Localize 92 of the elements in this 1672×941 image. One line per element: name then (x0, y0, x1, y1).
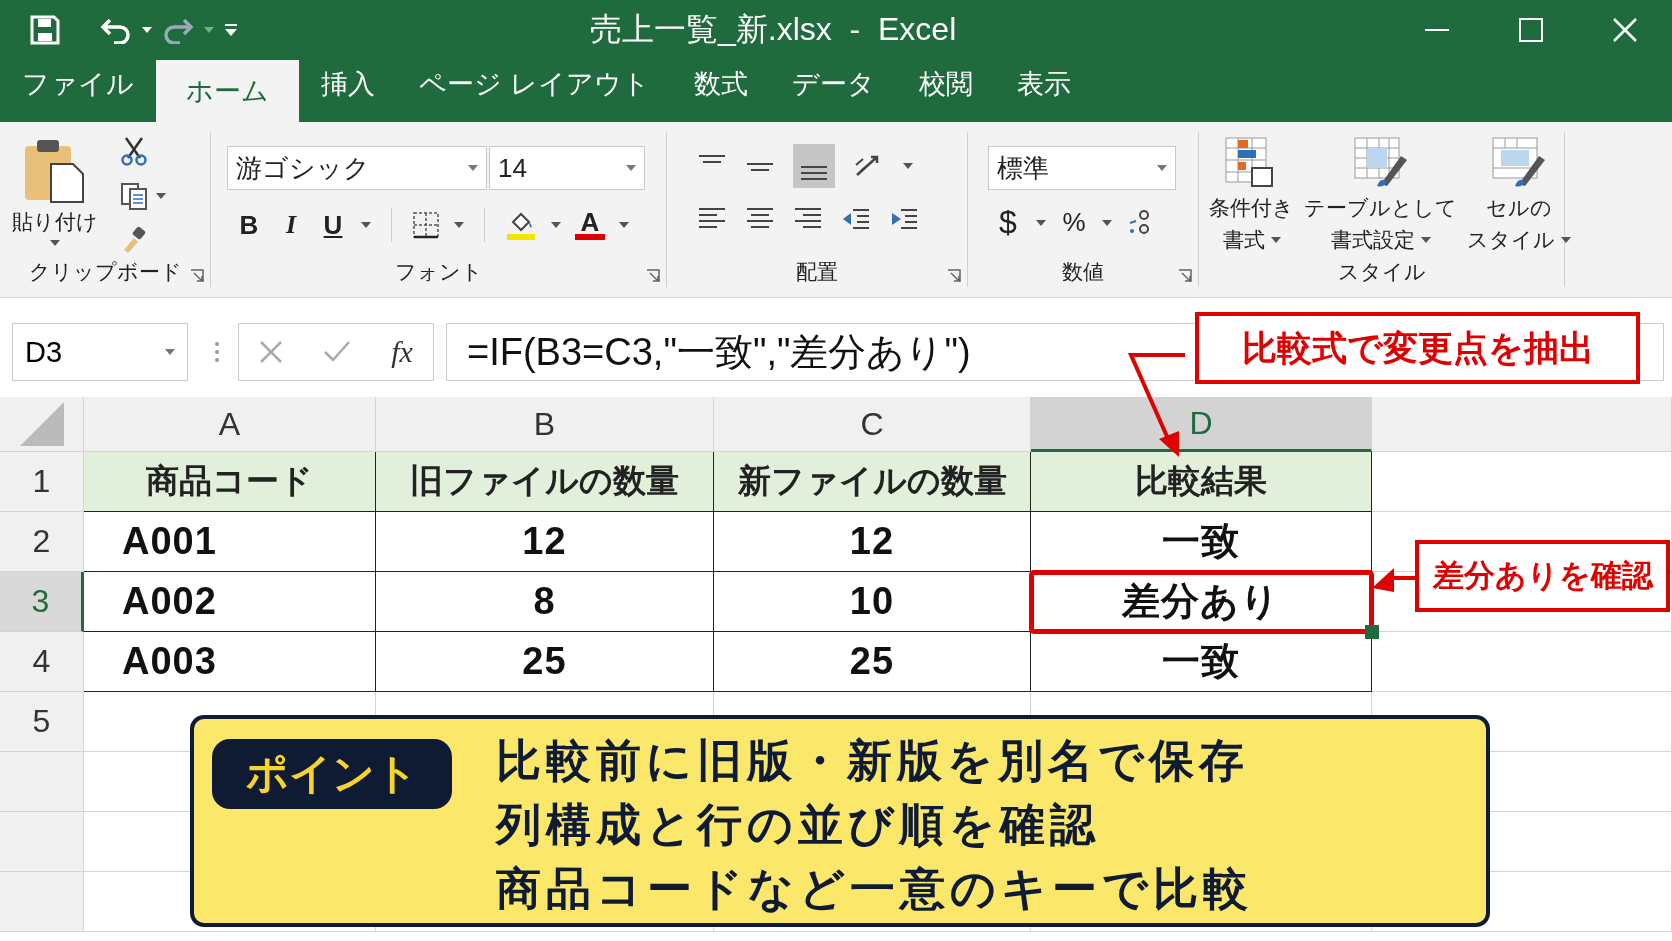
caret-icon[interactable] (1561, 237, 1571, 243)
italic-button[interactable]: I (277, 210, 305, 240)
caret-icon[interactable] (156, 193, 166, 199)
dialog-launcher-icon[interactable] (947, 269, 961, 283)
caret-icon[interactable] (1270, 237, 1281, 243)
caret-icon[interactable] (1102, 219, 1112, 226)
font-color-button[interactable]: A (575, 210, 605, 240)
table-cell: 12 (376, 512, 714, 572)
column-title: 比較結果 (1031, 452, 1372, 512)
column-header[interactable]: C (714, 397, 1031, 452)
decrease-indent-icon[interactable] (841, 206, 871, 232)
column-title: 旧ファイルの数量 (376, 452, 714, 512)
ribbon-tab[interactable]: 表示 (1016, 60, 1071, 122)
close-icon[interactable] (1613, 18, 1637, 42)
insert-function-button[interactable]: fx (391, 335, 413, 369)
cell-styles-button[interactable]: セルの スタイル (1467, 136, 1571, 257)
percent-button[interactable]: % (1060, 207, 1088, 238)
currency-button[interactable]: $ (994, 204, 1022, 241)
point-badge: ポイント (212, 739, 452, 809)
caret-icon[interactable] (50, 240, 60, 246)
caret-icon[interactable] (1157, 165, 1167, 171)
row-header[interactable]: 5 (0, 692, 84, 752)
group-label: スタイル (1337, 259, 1426, 285)
row-header[interactable]: 3 (0, 572, 84, 632)
font-name-dropdown[interactable]: 游ゴシック (227, 146, 487, 190)
table-cell: 10 (714, 572, 1031, 632)
ribbon-tab[interactable]: ページ レイアウト (419, 60, 650, 122)
copy-icon[interactable] (120, 182, 148, 210)
column-header[interactable]: D (1031, 397, 1372, 452)
table-cell: 差分あり (1031, 572, 1372, 632)
undo-icon[interactable] (100, 16, 132, 44)
borders-icon[interactable] (412, 211, 440, 239)
caret-icon[interactable] (468, 165, 478, 171)
ribbon-tab[interactable]: ファイル (22, 60, 134, 122)
caret-icon[interactable] (142, 27, 152, 33)
ribbon-tab[interactable]: 校閲 (918, 60, 973, 122)
point-text: 比較前に旧版・新版を別名で保存 (496, 734, 1250, 788)
table-cell: 12 (714, 512, 1031, 572)
ribbon-tab[interactable]: 挿入 (321, 60, 375, 122)
table-cell: A002 (84, 572, 376, 632)
column-title: 新ファイルの数量 (714, 452, 1031, 512)
row-header[interactable]: 4 (0, 632, 84, 692)
align-bottom-icon[interactable] (793, 144, 835, 188)
ribbon-tab[interactable]: 数式 (693, 60, 748, 122)
format-as-table-button[interactable]: テーブルとして 書式設定 (1304, 136, 1457, 257)
column-header[interactable]: A (84, 397, 376, 452)
redo-icon[interactable] (162, 16, 194, 44)
scissors-icon[interactable] (120, 136, 148, 166)
row-header[interactable]: 1 (0, 452, 84, 512)
number-format-dropdown[interactable]: 標準 (988, 146, 1176, 190)
grip-icon (214, 340, 220, 364)
maximize-icon[interactable] (1519, 18, 1543, 42)
caret-icon[interactable] (551, 222, 561, 228)
caret-icon[interactable] (903, 163, 913, 169)
caret-icon[interactable] (165, 349, 175, 355)
increase-indent-icon[interactable] (889, 206, 919, 232)
underline-button[interactable]: U (319, 209, 347, 241)
name-box[interactable]: D3 (12, 323, 188, 381)
conditional-formatting-button[interactable]: 条件付き 書式 (1209, 136, 1294, 257)
caret-icon[interactable] (619, 222, 629, 228)
customize-icon[interactable] (224, 23, 238, 37)
window-title: 売上一覧_新.xlsx - Excel (590, 10, 958, 49)
caret-icon[interactable] (1420, 237, 1431, 243)
caret-icon[interactable] (626, 165, 636, 171)
group-label: 数値 (1062, 259, 1104, 285)
fill-handle[interactable] (1365, 625, 1379, 639)
caret-icon[interactable] (454, 222, 464, 228)
fill-color-icon[interactable] (505, 210, 537, 240)
column-title: 商品コード (84, 452, 376, 512)
ribbon-tab[interactable]: ホーム (156, 60, 299, 122)
callout-label: 差分ありを確認 (1415, 540, 1670, 612)
column-header[interactable]: B (376, 397, 714, 452)
save-icon[interactable] (30, 15, 60, 45)
group-label: 配置 (796, 259, 838, 285)
dialog-launcher-icon[interactable] (1178, 269, 1192, 283)
group-label: クリップボード (28, 259, 182, 285)
callout-label: 比較式で変更点を抽出 (1195, 312, 1640, 384)
clipboard-icon (23, 138, 87, 204)
font-size-dropdown[interactable]: 14 (489, 146, 645, 190)
table-cell: 8 (376, 572, 714, 632)
dialog-launcher-icon[interactable] (190, 269, 204, 283)
bold-button[interactable]: B (235, 209, 263, 241)
paste-button[interactable]: 貼り付け (12, 138, 98, 246)
row-header[interactable]: 2 (0, 512, 84, 572)
caret-icon[interactable] (1036, 219, 1046, 226)
point-text: 列構成と行の並び順を確認 (496, 798, 1101, 852)
ribbon-tab[interactable]: データ (791, 60, 875, 122)
dialog-launcher-icon[interactable] (646, 269, 660, 283)
group-label: フォント (394, 259, 483, 285)
caret-icon[interactable] (361, 222, 371, 228)
point-text: 商品コードなど一意のキーで比較 (496, 862, 1253, 916)
table-cell: A001 (84, 512, 376, 572)
